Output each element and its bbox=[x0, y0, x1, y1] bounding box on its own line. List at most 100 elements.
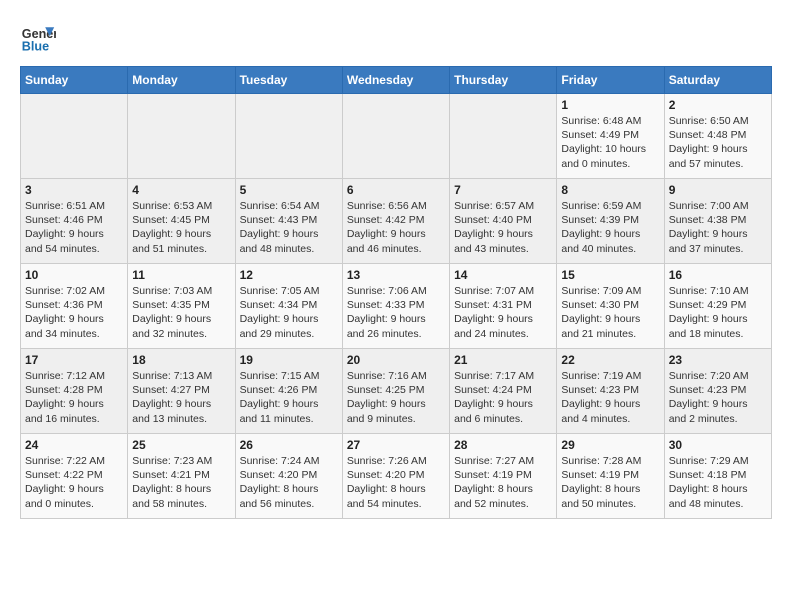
day-detail: Sunrise: 7:07 AM Sunset: 4:31 PM Dayligh… bbox=[454, 284, 552, 341]
calendar-cell: 12 Sunrise: 7:05 AM Sunset: 4:34 PM Dayli… bbox=[235, 264, 342, 349]
svg-text:Blue: Blue bbox=[22, 40, 49, 54]
day-detail: Sunrise: 6:56 AM Sunset: 4:42 PM Dayligh… bbox=[347, 199, 445, 256]
day-detail: Sunrise: 7:00 AM Sunset: 4:38 PM Dayligh… bbox=[669, 199, 767, 256]
day-number: 17 bbox=[25, 353, 123, 367]
weekday-header-tuesday: Tuesday bbox=[235, 67, 342, 94]
calendar-cell: 27 Sunrise: 7:26 AM Sunset: 4:20 PM Dayli… bbox=[342, 434, 449, 519]
calendar-cell: 25 Sunrise: 7:23 AM Sunset: 4:21 PM Dayli… bbox=[128, 434, 235, 519]
weekday-header-monday: Monday bbox=[128, 67, 235, 94]
day-number: 23 bbox=[669, 353, 767, 367]
calendar-cell: 26 Sunrise: 7:24 AM Sunset: 4:20 PM Dayli… bbox=[235, 434, 342, 519]
day-number: 2 bbox=[669, 98, 767, 112]
day-detail: Sunrise: 7:05 AM Sunset: 4:34 PM Dayligh… bbox=[240, 284, 338, 341]
day-number: 9 bbox=[669, 183, 767, 197]
logo: General Blue bbox=[20, 20, 56, 56]
calendar-table: SundayMondayTuesdayWednesdayThursdayFrid… bbox=[20, 66, 772, 519]
day-detail: Sunrise: 7:20 AM Sunset: 4:23 PM Dayligh… bbox=[669, 369, 767, 426]
calendar-cell: 1 Sunrise: 6:48 AM Sunset: 4:49 PM Daylig… bbox=[557, 94, 664, 179]
day-number: 26 bbox=[240, 438, 338, 452]
day-number: 30 bbox=[669, 438, 767, 452]
calendar-cell: 20 Sunrise: 7:16 AM Sunset: 4:25 PM Dayli… bbox=[342, 349, 449, 434]
calendar-cell: 11 Sunrise: 7:03 AM Sunset: 4:35 PM Dayli… bbox=[128, 264, 235, 349]
calendar-cell: 23 Sunrise: 7:20 AM Sunset: 4:23 PM Dayli… bbox=[664, 349, 771, 434]
day-detail: Sunrise: 6:54 AM Sunset: 4:43 PM Dayligh… bbox=[240, 199, 338, 256]
calendar-cell bbox=[235, 94, 342, 179]
day-detail: Sunrise: 7:22 AM Sunset: 4:22 PM Dayligh… bbox=[25, 454, 123, 511]
day-detail: Sunrise: 6:50 AM Sunset: 4:48 PM Dayligh… bbox=[669, 114, 767, 171]
day-number: 19 bbox=[240, 353, 338, 367]
calendar-cell: 2 Sunrise: 6:50 AM Sunset: 4:48 PM Daylig… bbox=[664, 94, 771, 179]
calendar-cell bbox=[21, 94, 128, 179]
weekday-header-saturday: Saturday bbox=[664, 67, 771, 94]
day-number: 1 bbox=[561, 98, 659, 112]
day-detail: Sunrise: 6:57 AM Sunset: 4:40 PM Dayligh… bbox=[454, 199, 552, 256]
day-number: 15 bbox=[561, 268, 659, 282]
day-number: 27 bbox=[347, 438, 445, 452]
day-detail: Sunrise: 7:29 AM Sunset: 4:18 PM Dayligh… bbox=[669, 454, 767, 511]
calendar-cell: 7 Sunrise: 6:57 AM Sunset: 4:40 PM Daylig… bbox=[450, 179, 557, 264]
day-number: 20 bbox=[347, 353, 445, 367]
calendar-cell: 4 Sunrise: 6:53 AM Sunset: 4:45 PM Daylig… bbox=[128, 179, 235, 264]
day-number: 21 bbox=[454, 353, 552, 367]
day-detail: Sunrise: 7:15 AM Sunset: 4:26 PM Dayligh… bbox=[240, 369, 338, 426]
calendar-cell: 3 Sunrise: 6:51 AM Sunset: 4:46 PM Daylig… bbox=[21, 179, 128, 264]
day-detail: Sunrise: 6:59 AM Sunset: 4:39 PM Dayligh… bbox=[561, 199, 659, 256]
calendar-cell: 17 Sunrise: 7:12 AM Sunset: 4:28 PM Dayli… bbox=[21, 349, 128, 434]
day-detail: Sunrise: 6:48 AM Sunset: 4:49 PM Dayligh… bbox=[561, 114, 659, 171]
calendar-cell: 15 Sunrise: 7:09 AM Sunset: 4:30 PM Dayli… bbox=[557, 264, 664, 349]
day-detail: Sunrise: 7:03 AM Sunset: 4:35 PM Dayligh… bbox=[132, 284, 230, 341]
calendar-cell: 14Sunrise: 7:07 AM Sunset: 4:31 PM Dayli… bbox=[450, 264, 557, 349]
day-number: 16 bbox=[669, 268, 767, 282]
day-detail: Sunrise: 7:27 AM Sunset: 4:19 PM Dayligh… bbox=[454, 454, 552, 511]
day-number: 24 bbox=[25, 438, 123, 452]
calendar-cell: 16 Sunrise: 7:10 AM Sunset: 4:29 PM Dayli… bbox=[664, 264, 771, 349]
day-detail: Sunrise: 7:02 AM Sunset: 4:36 PM Dayligh… bbox=[25, 284, 123, 341]
day-number: 28 bbox=[454, 438, 552, 452]
calendar-cell: 6 Sunrise: 6:56 AM Sunset: 4:42 PM Daylig… bbox=[342, 179, 449, 264]
day-detail: Sunrise: 7:06 AM Sunset: 4:33 PM Dayligh… bbox=[347, 284, 445, 341]
day-detail: Sunrise: 7:23 AM Sunset: 4:21 PM Dayligh… bbox=[132, 454, 230, 511]
calendar-cell: 24 Sunrise: 7:22 AM Sunset: 4:22 PM Dayli… bbox=[21, 434, 128, 519]
weekday-header-sunday: Sunday bbox=[21, 67, 128, 94]
weekday-header-wednesday: Wednesday bbox=[342, 67, 449, 94]
day-detail: Sunrise: 7:26 AM Sunset: 4:20 PM Dayligh… bbox=[347, 454, 445, 511]
day-detail: Sunrise: 7:16 AM Sunset: 4:25 PM Dayligh… bbox=[347, 369, 445, 426]
calendar-cell: 13 Sunrise: 7:06 AM Sunset: 4:33 PM Dayli… bbox=[342, 264, 449, 349]
day-number: 5 bbox=[240, 183, 338, 197]
weekday-header-friday: Friday bbox=[557, 67, 664, 94]
day-number: 4 bbox=[132, 183, 230, 197]
day-number: 12 bbox=[240, 268, 338, 282]
day-number: 25 bbox=[132, 438, 230, 452]
day-detail: Sunrise: 6:53 AM Sunset: 4:45 PM Dayligh… bbox=[132, 199, 230, 256]
day-number: 7 bbox=[454, 183, 552, 197]
day-number: 18 bbox=[132, 353, 230, 367]
day-detail: Sunrise: 7:17 AM Sunset: 4:24 PM Dayligh… bbox=[454, 369, 552, 426]
logo-icon: General Blue bbox=[20, 20, 56, 56]
day-detail: Sunrise: 7:24 AM Sunset: 4:20 PM Dayligh… bbox=[240, 454, 338, 511]
calendar-cell: 8 Sunrise: 6:59 AM Sunset: 4:39 PM Daylig… bbox=[557, 179, 664, 264]
calendar-cell: 5 Sunrise: 6:54 AM Sunset: 4:43 PM Daylig… bbox=[235, 179, 342, 264]
day-number: 6 bbox=[347, 183, 445, 197]
calendar-cell: 18 Sunrise: 7:13 AM Sunset: 4:27 PM Dayli… bbox=[128, 349, 235, 434]
day-number: 10 bbox=[25, 268, 123, 282]
calendar-cell bbox=[450, 94, 557, 179]
day-number: 13 bbox=[347, 268, 445, 282]
calendar-cell: 29 Sunrise: 7:28 AM Sunset: 4:19 PM Dayli… bbox=[557, 434, 664, 519]
day-detail: Sunrise: 7:13 AM Sunset: 4:27 PM Dayligh… bbox=[132, 369, 230, 426]
day-detail: Sunrise: 7:12 AM Sunset: 4:28 PM Dayligh… bbox=[25, 369, 123, 426]
calendar-cell bbox=[342, 94, 449, 179]
day-detail: Sunrise: 7:19 AM Sunset: 4:23 PM Dayligh… bbox=[561, 369, 659, 426]
day-number: 29 bbox=[561, 438, 659, 452]
calendar-cell: 21 Sunrise: 7:17 AM Sunset: 4:24 PM Dayli… bbox=[450, 349, 557, 434]
day-number: 8 bbox=[561, 183, 659, 197]
day-detail: Sunrise: 7:28 AM Sunset: 4:19 PM Dayligh… bbox=[561, 454, 659, 511]
day-number: 3 bbox=[25, 183, 123, 197]
day-number: 11 bbox=[132, 268, 230, 282]
calendar-cell: 28 Sunrise: 7:27 AM Sunset: 4:19 PM Dayli… bbox=[450, 434, 557, 519]
day-number: 22 bbox=[561, 353, 659, 367]
day-detail: Sunrise: 6:51 AM Sunset: 4:46 PM Dayligh… bbox=[25, 199, 123, 256]
day-detail: Sunrise: 7:09 AM Sunset: 4:30 PM Dayligh… bbox=[561, 284, 659, 341]
day-detail: Sunrise: 7:10 AM Sunset: 4:29 PM Dayligh… bbox=[669, 284, 767, 341]
page-header: General Blue bbox=[20, 20, 772, 56]
calendar-cell: 10 Sunrise: 7:02 AM Sunset: 4:36 PM Dayli… bbox=[21, 264, 128, 349]
